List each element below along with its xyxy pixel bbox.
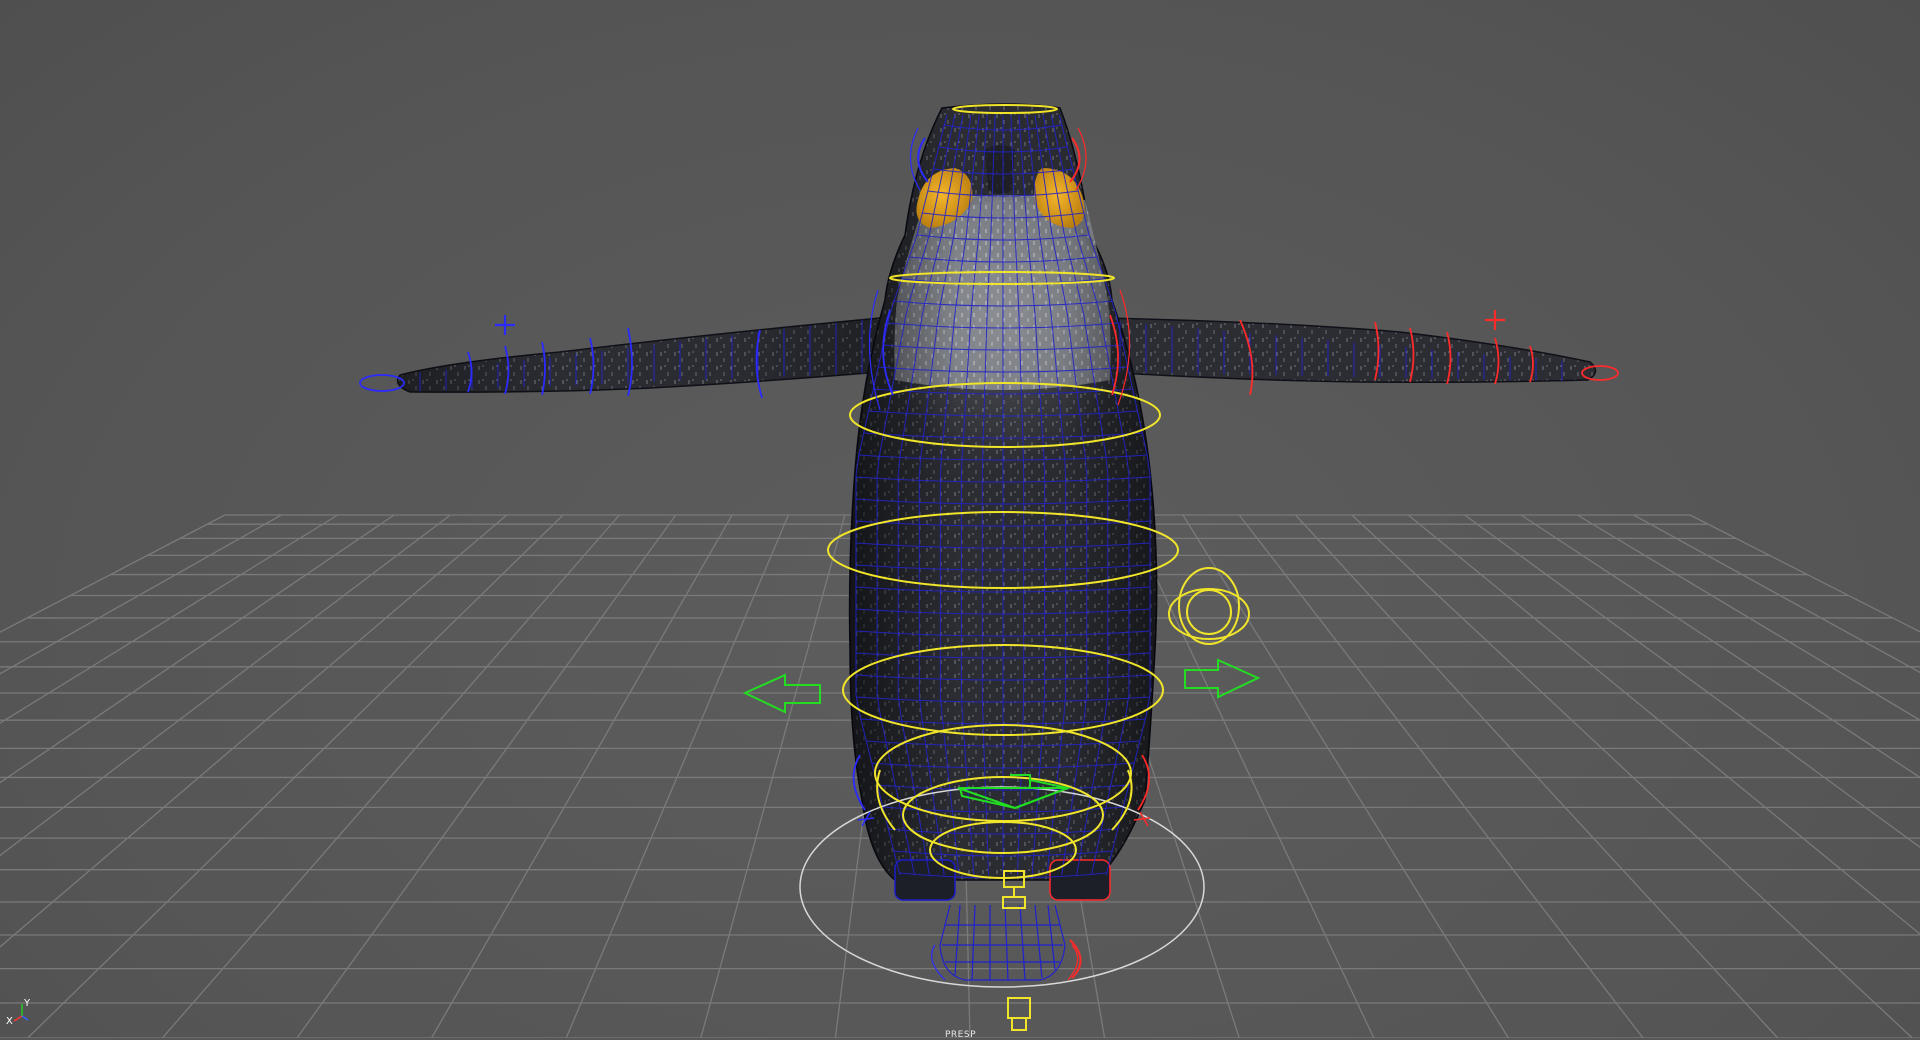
- viewport-canvas[interactable]: Y X: [0, 0, 1920, 1038]
- grid-line: [1295, 514, 1779, 1038]
- grid-line: [296, 514, 677, 1038]
- grid-line: [0, 514, 508, 948]
- grid-line: [0, 514, 395, 784]
- grid-line: [1520, 514, 1920, 779]
- grid-line: [161, 514, 620, 1038]
- grid-line: [0, 514, 339, 724]
- grid-line: [0, 514, 226, 633]
- grid-line: [1125, 514, 1375, 1038]
- grid-line: [0, 514, 451, 857]
- grid-line: [430, 514, 733, 1038]
- grid-line: [1351, 514, 1913, 1038]
- grid-line: [565, 514, 790, 1038]
- axis-gizmo: Y X: [6, 998, 31, 1027]
- axis-y-label: Y: [23, 998, 31, 1009]
- grid-line: [0, 514, 282, 675]
- grid-line: [1576, 514, 1920, 721]
- grid-line: [1464, 514, 1920, 849]
- left-arm-controls[interactable]: [359, 127, 929, 827]
- right-ik-arrow: [1184, 658, 1261, 699]
- grid-line: [1633, 514, 1920, 674]
- look-at-control: [1168, 567, 1250, 645]
- grid-line: [27, 514, 564, 1038]
- camera-label: PRESP: [945, 1030, 977, 1040]
- 3d-viewport[interactable]: Y X PRESP: [0, 0, 1920, 1040]
- penguin-right-flipper[interactable]: [1104, 317, 1597, 383]
- grid-line: [700, 514, 846, 1038]
- grid-line: [1238, 514, 1644, 1038]
- axis-x-label: X: [6, 1016, 13, 1027]
- grid-line: [1689, 514, 1920, 633]
